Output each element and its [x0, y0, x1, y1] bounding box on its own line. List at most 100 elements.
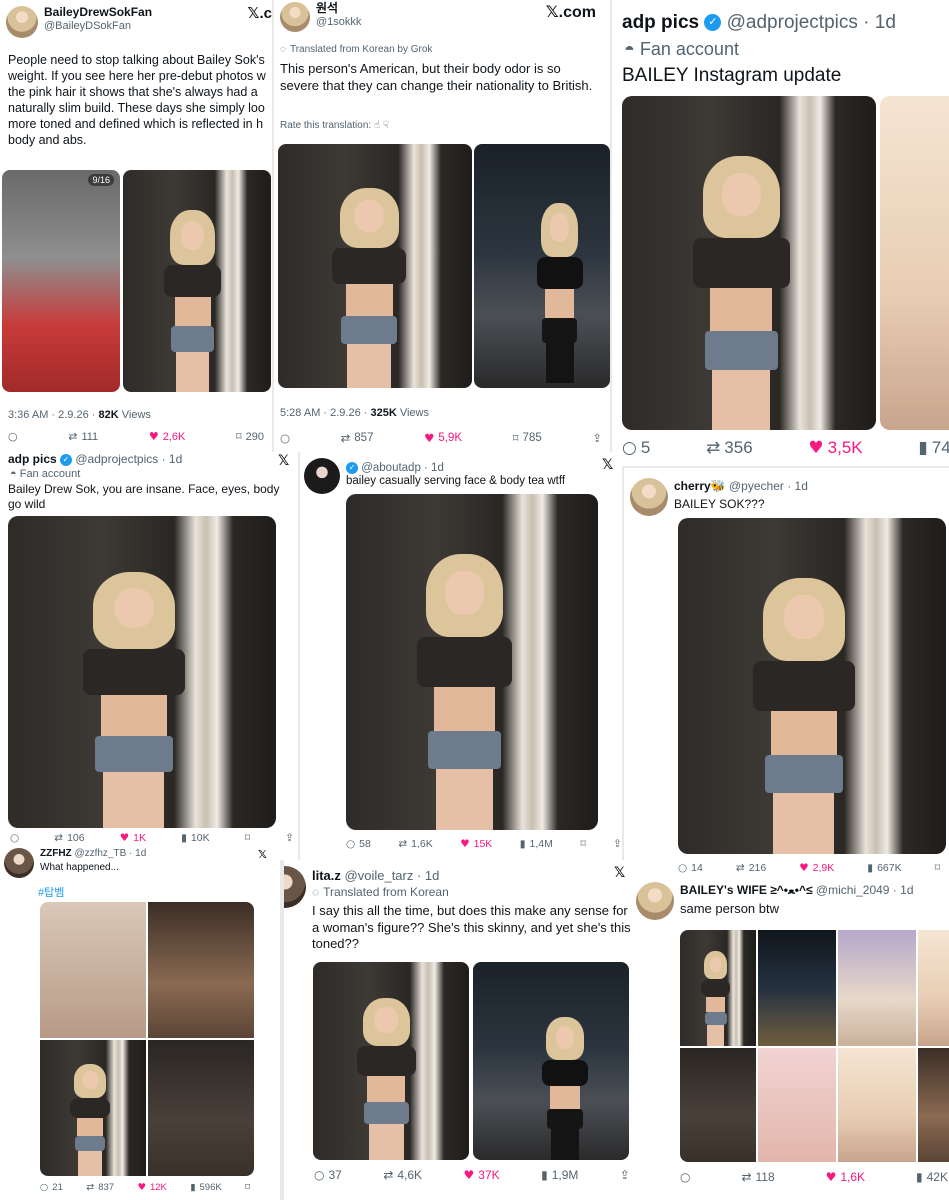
- display-name[interactable]: 원석: [316, 1, 361, 16]
- tweet-card-adp-pics-small[interactable]: adp pics ✓ @adprojectpics · 1d 𝕏 ◓ Fan a…: [0, 452, 298, 860]
- reply-button[interactable]: ○ 37: [314, 1168, 342, 1182]
- avatar[interactable]: [6, 6, 38, 38]
- thumbs-down-icon[interactable]: ☟: [383, 120, 389, 131]
- photo-mirror-selfie[interactable]: [123, 170, 271, 392]
- photo-mirror-selfie[interactable]: [8, 516, 276, 828]
- bookmark-button[interactable]: ⌑: [935, 862, 940, 874]
- bookmark-button[interactable]: ⌑: [245, 832, 250, 844]
- reply-button[interactable]: ○: [10, 832, 19, 844]
- reply-button[interactable]: ○ 21: [40, 1182, 63, 1193]
- avatar[interactable]: [4, 848, 34, 878]
- tweet-card-cherry[interactable]: cherry🐝 @pyecher · 1d BAILEY SOK??? ○ 14 …: [624, 468, 949, 882]
- like-button[interactable]: ♥ 5,9K: [424, 431, 462, 445]
- photo-pre-debut[interactable]: 9/16: [2, 170, 120, 392]
- photo-second-preview[interactable]: [880, 96, 949, 430]
- share-button[interactable]: ⇪: [620, 1168, 630, 1182]
- user-handle[interactable]: @zzfhz_TB · 1d: [74, 848, 146, 859]
- photo-mirror-selfie[interactable]: [678, 518, 946, 854]
- photo-grid-5[interactable]: [680, 1048, 756, 1162]
- repost-button[interactable]: ⇄ 1,6K: [398, 838, 432, 850]
- tweet-card-michi[interactable]: BAILEY's WIFE ≥^•ﻌ•^≤ @michi_2049 · 1d s…: [636, 880, 949, 1200]
- tweet-card-aboutadp[interactable]: ✓ @aboutadp · 1d 𝕏 bailey casually servi…: [300, 452, 622, 860]
- like-button[interactable]: ♥ 1,6K: [826, 1170, 865, 1184]
- like-button[interactable]: ♥ 15K: [460, 838, 492, 850]
- like-button[interactable]: ♥ 2,9K: [799, 862, 834, 874]
- reply-button[interactable]: ○ 5: [622, 438, 650, 458]
- display-name[interactable]: cherry🐝: [674, 479, 726, 493]
- photo-gym-selfie[interactable]: [473, 962, 629, 1160]
- reply-button[interactable]: ○ 58: [346, 838, 371, 850]
- repost-button[interactable]: ⇄ 356: [706, 438, 753, 458]
- repost-button[interactable]: ⇄ 837: [86, 1182, 114, 1193]
- thumbs-up-icon[interactable]: ☝: [374, 120, 383, 131]
- user-handle[interactable]: @voile_tarz · 1d: [345, 868, 440, 883]
- photo-grid-7[interactable]: [838, 1048, 916, 1162]
- photo-grid-3[interactable]: [838, 930, 916, 1046]
- share-button[interactable]: ⇪: [285, 832, 294, 844]
- display-name[interactable]: BAILEY's WIFE ≥^•ﻌ•^≤: [680, 883, 813, 897]
- tweet-card-baileydrewsokfan[interactable]: BaileyDrewSokFan @BaileyDSokFan 𝕏.c Peop…: [0, 0, 272, 452]
- photo-grid-1[interactable]: [40, 902, 146, 1038]
- user-handle[interactable]: @1sokkk: [316, 16, 361, 29]
- photo-grid-1[interactable]: [680, 930, 756, 1046]
- user-handle[interactable]: @pyecher · 1d: [729, 479, 808, 493]
- avatar[interactable]: [280, 2, 310, 32]
- hashtag-link[interactable]: #탑벰: [38, 884, 64, 900]
- reply-button[interactable]: ○: [8, 430, 18, 443]
- like-button[interactable]: ♥ 12K: [137, 1182, 166, 1193]
- tweet-card-1sokkk[interactable]: 원석 @1sokkk 𝕏.com ◌ Translated from Korean…: [274, 0, 610, 452]
- photo-grid-2[interactable]: [758, 930, 836, 1046]
- repost-button[interactable]: ⇄ 4,6K: [383, 1168, 422, 1182]
- photo-mirror-selfie[interactable]: [313, 962, 469, 1160]
- like-button[interactable]: ♥ 3,5K: [808, 438, 862, 458]
- avatar[interactable]: [304, 458, 340, 494]
- share-button[interactable]: ⇪: [613, 838, 622, 850]
- tweet-card-lita-z[interactable]: lita.z @voile_tarz · 1d 𝕏 ◌ Translated fr…: [284, 860, 636, 1200]
- user-handle[interactable]: @michi_2049 · 1d: [816, 883, 914, 897]
- photo-mirror-selfie[interactable]: [278, 144, 472, 388]
- display-name[interactable]: lita.z: [312, 868, 341, 883]
- photo-grid-8[interactable]: [918, 1048, 949, 1162]
- views-button[interactable]: ▮ 1,4M: [520, 838, 553, 850]
- avatar[interactable]: [630, 478, 668, 516]
- bookmark-button[interactable]: ⌑: [580, 838, 585, 850]
- user-handle[interactable]: @BaileyDSokFan: [44, 20, 152, 33]
- display-name[interactable]: ZZFHZ: [40, 848, 72, 859]
- photo-grid-6[interactable]: [758, 1048, 836, 1162]
- tweet-card-zzfhz[interactable]: ZZFHZ @zzfhz_TB · 1d What happened... 𝕏 …: [0, 846, 280, 1200]
- display-name[interactable]: adp pics: [8, 452, 57, 466]
- photo-grid-4[interactable]: [148, 1040, 254, 1176]
- repost-button[interactable]: ⇄ 118: [741, 1170, 774, 1184]
- bookmark-button[interactable]: ⌑ 785: [513, 431, 542, 445]
- photo-grid-3[interactable]: [40, 1040, 146, 1176]
- repost-button[interactable]: ⇄ 857: [341, 431, 374, 445]
- photo-mirror-selfie[interactable]: [346, 494, 598, 830]
- share-button[interactable]: ⇪: [592, 431, 602, 445]
- tweet-card-adp-pics-large[interactable]: adp pics ✓ @adprojectpics · 1d ◓ Fan acc…: [612, 0, 949, 466]
- user-handle[interactable]: @adprojectpics · 1d: [75, 452, 182, 466]
- like-button[interactable]: ♥ 1K: [120, 832, 146, 844]
- reply-button[interactable]: ○ 14: [678, 862, 703, 874]
- views-button[interactable]: ▮ 42K: [916, 1170, 948, 1184]
- reply-button[interactable]: ○: [680, 1170, 690, 1184]
- user-handle[interactable]: @adprojectpics · 1d: [727, 12, 896, 33]
- like-button[interactable]: ♥ 2,6K: [149, 430, 186, 443]
- repost-button[interactable]: ⇄ 111: [68, 430, 98, 443]
- photo-grid-2[interactable]: [148, 902, 254, 1038]
- repost-button[interactable]: ⇄ 216: [736, 862, 766, 874]
- reply-button[interactable]: ○: [280, 431, 290, 445]
- photo-grid-4[interactable]: [918, 930, 949, 1046]
- repost-button[interactable]: ⇄ 106: [54, 832, 84, 844]
- avatar[interactable]: [636, 882, 674, 920]
- photo-mirror-selfie[interactable]: [622, 96, 876, 430]
- user-handle[interactable]: @aboutadp · 1d: [361, 462, 444, 474]
- like-button[interactable]: ♥ 37K: [464, 1168, 500, 1182]
- views-button[interactable]: ▮ 596K: [190, 1182, 221, 1193]
- avatar[interactable]: [284, 866, 306, 908]
- views-button[interactable]: ▮74K: [918, 438, 949, 458]
- views-button[interactable]: ▮ 667K: [867, 862, 901, 874]
- views-button[interactable]: ▮ 10K: [181, 832, 209, 844]
- bookmark-button[interactable]: ⌑ 290: [236, 430, 264, 443]
- bookmark-button[interactable]: ⌑: [245, 1182, 250, 1193]
- photo-gym-selfie[interactable]: [474, 144, 610, 388]
